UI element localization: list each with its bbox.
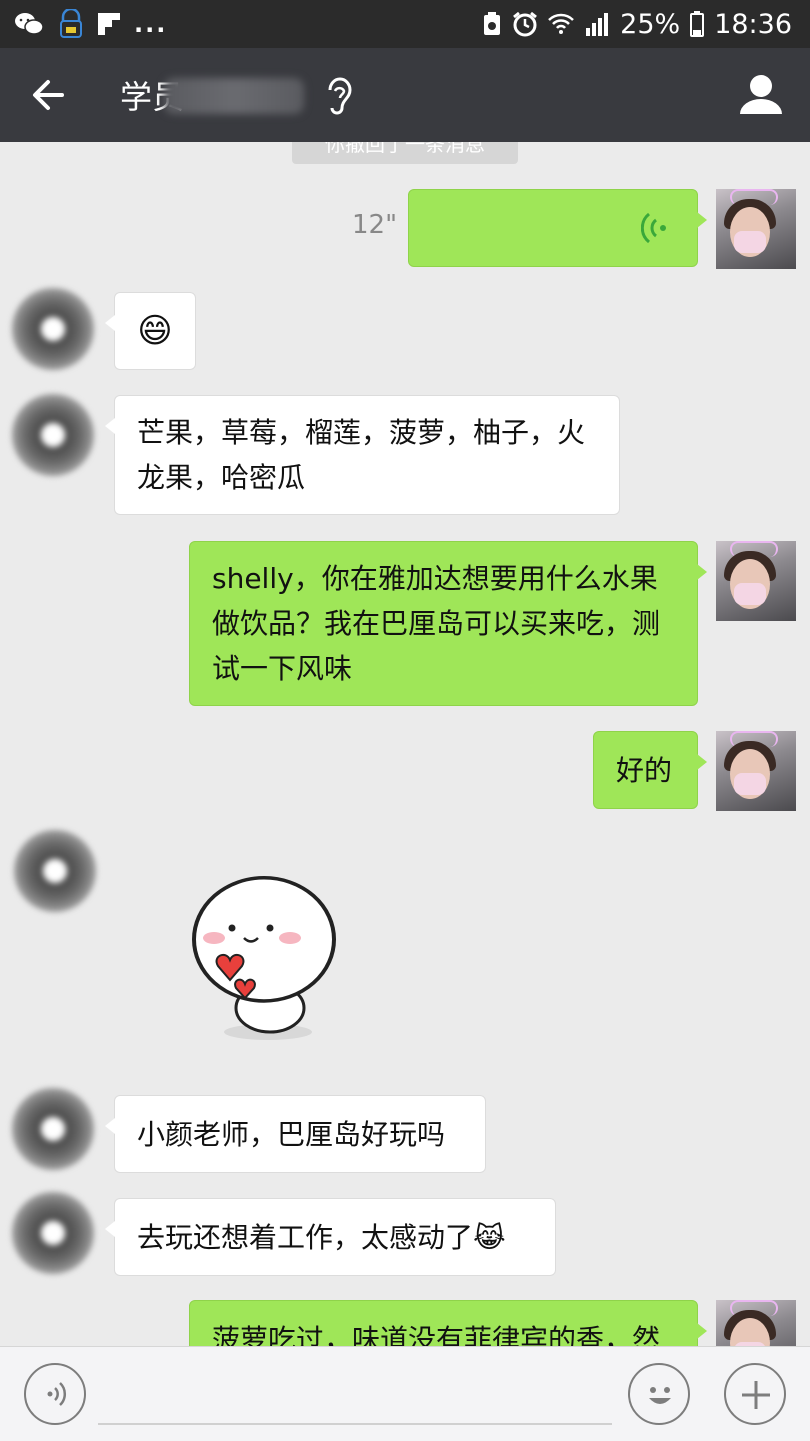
- input-toolbar: [0, 1346, 810, 1441]
- voice-mode-icon: [47, 1382, 67, 1406]
- battery-percent: 25%: [620, 8, 681, 40]
- status-more-dots: ...: [134, 10, 168, 38]
- text-message-bubble[interactable]: 好的: [593, 731, 707, 809]
- message-line: 好的: [616, 754, 673, 787]
- back-arrow-icon[interactable]: [24, 70, 74, 120]
- sticker-image[interactable]: [186, 876, 342, 1046]
- smile-emoji: 😄: [137, 311, 173, 351]
- status-bar-right: 25% 18:36: [482, 6, 792, 42]
- blurred-name: [164, 78, 304, 114]
- message-line: 做饮品？我在巴厘岛可以买来吃，测: [212, 607, 661, 640]
- contact-avatar[interactable]: [14, 830, 96, 912]
- flipboard-icon: [98, 13, 120, 35]
- emoji-message-bubble[interactable]: 😄: [105, 292, 196, 370]
- text-message-bubble[interactable]: 去玩还想着工作，太感动了😹: [105, 1198, 556, 1276]
- profile-icon[interactable]: [736, 70, 786, 120]
- vpn-lock-icon: [60, 9, 82, 38]
- chat-header: 学员: [0, 48, 810, 142]
- emoji-button[interactable]: [628, 1363, 690, 1425]
- text-message-bubble[interactable]: 芒果，草莓，榴莲，菠萝，柚子，火 龙果，哈密瓜: [105, 395, 620, 515]
- contact-avatar[interactable]: [12, 288, 94, 370]
- message-line: shelly，你在雅加达想要用什么水果: [212, 562, 658, 595]
- wifi-icon: [548, 13, 575, 34]
- my-avatar[interactable]: [716, 731, 796, 811]
- alarm-icon: [513, 11, 538, 37]
- recycle-icon: [484, 12, 501, 35]
- text-message-bubble[interactable]: 小颜老师，巴厘岛好玩吗: [105, 1095, 486, 1173]
- add-button[interactable]: [724, 1363, 786, 1425]
- message-line: 去玩还想着工作，太感动了😹: [137, 1221, 506, 1254]
- contact-avatar[interactable]: [12, 1192, 94, 1274]
- avatar-mask: [734, 773, 766, 795]
- my-avatar[interactable]: [716, 541, 796, 621]
- contact-avatar[interactable]: [12, 394, 94, 476]
- status-bar-left: ...: [14, 6, 167, 42]
- ear-icon: [328, 77, 352, 115]
- add-icon: [742, 1381, 770, 1409]
- system-notice: 你撤回了一条消息: [292, 142, 518, 164]
- message-input[interactable]: [98, 1423, 612, 1425]
- wechat-notification-icon: [15, 13, 44, 35]
- message-line: 试一下风味: [212, 652, 353, 685]
- voice-duration: 12": [352, 210, 398, 240]
- battery-icon: [690, 11, 705, 37]
- message-line: 龙果，哈密瓜: [137, 461, 306, 494]
- my-avatar[interactable]: [716, 189, 796, 269]
- signal-icon: [586, 13, 609, 36]
- voice-message-bubble[interactable]: [408, 189, 707, 267]
- voice-wave-icon: [641, 212, 666, 244]
- message-line: 芒果，草莓，榴莲，菠萝，柚子，火: [137, 416, 586, 449]
- contact-avatar[interactable]: [12, 1088, 94, 1170]
- voice-mode-button[interactable]: [24, 1363, 86, 1425]
- clock: 18:36: [714, 8, 792, 40]
- avatar-mask: [734, 583, 766, 605]
- avatar-mask: [734, 231, 766, 253]
- status-bar: ... 25% 18:36: [0, 0, 810, 48]
- message-line: 小颜老师，巴厘岛好玩吗: [137, 1118, 446, 1151]
- text-message-bubble[interactable]: shelly，你在雅加达想要用什么水果 做饮品？我在巴厘岛可以买来吃，测 试一下…: [189, 541, 707, 706]
- emoji-icon: [649, 1387, 671, 1404]
